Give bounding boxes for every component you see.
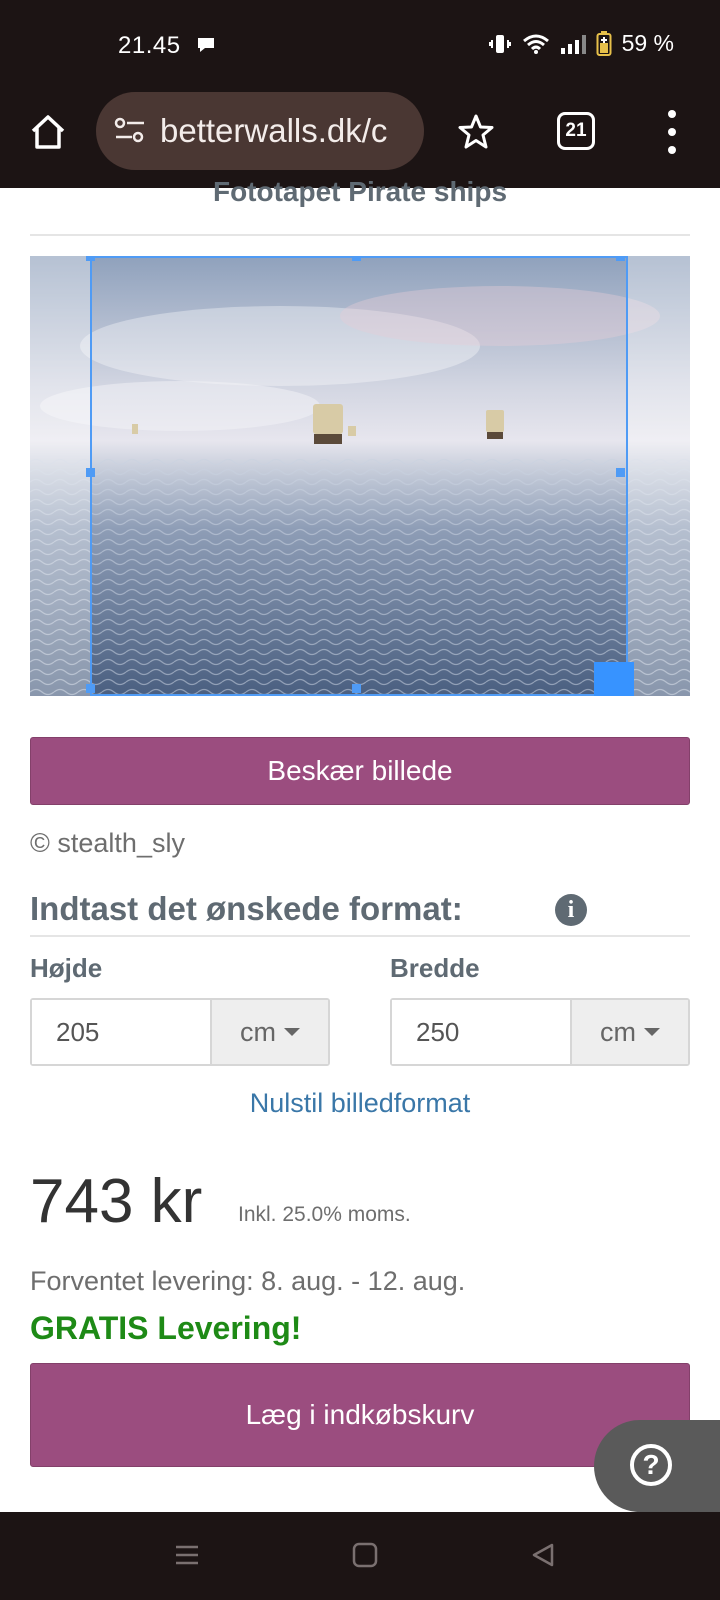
crop-selection-frame[interactable] (86, 256, 628, 696)
crop-image-button[interactable]: Beskær billede (30, 737, 690, 805)
crop-handle-top-right[interactable] (616, 256, 625, 261)
more-vert-icon[interactable] (660, 110, 684, 154)
crop-handle-left[interactable] (86, 468, 95, 477)
image-credit: © stealth_sly (30, 828, 185, 858)
signal-icon (560, 34, 586, 54)
crop-handle-top[interactable] (352, 256, 361, 261)
status-icons: 59 % (488, 30, 674, 57)
status-time: 21.45 (118, 32, 181, 59)
home-icon (31, 115, 65, 149)
reset-format-link[interactable]: Nulstil billedformat (30, 1088, 690, 1119)
tabs-icon[interactable]: 21 (557, 112, 595, 150)
format-heading: Indtast det ønskede format: (30, 890, 463, 927)
width-unit-select[interactable]: cm (572, 1000, 688, 1064)
bookmark-button[interactable] (456, 112, 496, 152)
width-label: Bredde (390, 953, 480, 983)
vat-note: Inkl. 25.0% moms. (238, 1203, 411, 1226)
width-input-group: 250 cm (390, 998, 690, 1066)
crop-resize-handle[interactable] (594, 662, 634, 696)
url-text: betterwalls.dk/c (160, 112, 388, 149)
price: 743 kr (30, 1167, 203, 1236)
free-delivery-badge: GRATIS Levering! (30, 1310, 302, 1346)
system-nav-bar (0, 1512, 720, 1600)
crop-handle-bottom-left[interactable] (86, 684, 95, 693)
add-to-cart-button[interactable]: Læg i indkøbskurv (30, 1363, 690, 1467)
crop-handle-bottom[interactable] (352, 684, 361, 693)
site-settings-icon[interactable] (114, 117, 146, 150)
battery-icon (596, 30, 612, 57)
address-bar[interactable]: betterwalls.dk/c (96, 92, 424, 170)
chat-notification-icon (196, 36, 216, 59)
height-unit-value: cm (240, 1016, 276, 1047)
title-divider (30, 234, 690, 236)
recents-icon[interactable] (174, 1542, 200, 1568)
height-input[interactable]: 205 (32, 1000, 212, 1064)
vibrate-icon (488, 32, 512, 56)
image-cropper[interactable] (30, 256, 690, 696)
home-button[interactable] (26, 110, 70, 154)
height-unit-select[interactable]: cm (212, 1000, 328, 1064)
battery-percent: 59 % (621, 30, 674, 56)
home-nav-icon[interactable] (352, 1542, 378, 1568)
height-label: Højde (30, 953, 103, 983)
star-icon (458, 114, 494, 149)
page-title: Fototapet Pirate ships (212, 176, 508, 207)
width-unit-value: cm (600, 1016, 636, 1047)
width-input[interactable]: 250 (392, 1000, 572, 1064)
chevron-down-icon (644, 1028, 660, 1036)
help-button[interactable]: ? (594, 1420, 720, 1512)
expected-delivery: Forventet levering: 8. aug. - 12. aug. (30, 1266, 466, 1296)
crop-handle-top-left[interactable] (86, 256, 95, 261)
info-icon[interactable]: i (555, 894, 587, 926)
crop-handle-right[interactable] (616, 468, 625, 477)
back-icon[interactable] (530, 1542, 556, 1568)
wifi-icon (522, 33, 550, 55)
format-divider (30, 935, 690, 937)
help-icon: ? (630, 1444, 672, 1486)
height-input-group: 205 cm (30, 998, 330, 1066)
status-bar: 21.45 59 % (0, 0, 720, 90)
chevron-down-icon (284, 1028, 300, 1036)
